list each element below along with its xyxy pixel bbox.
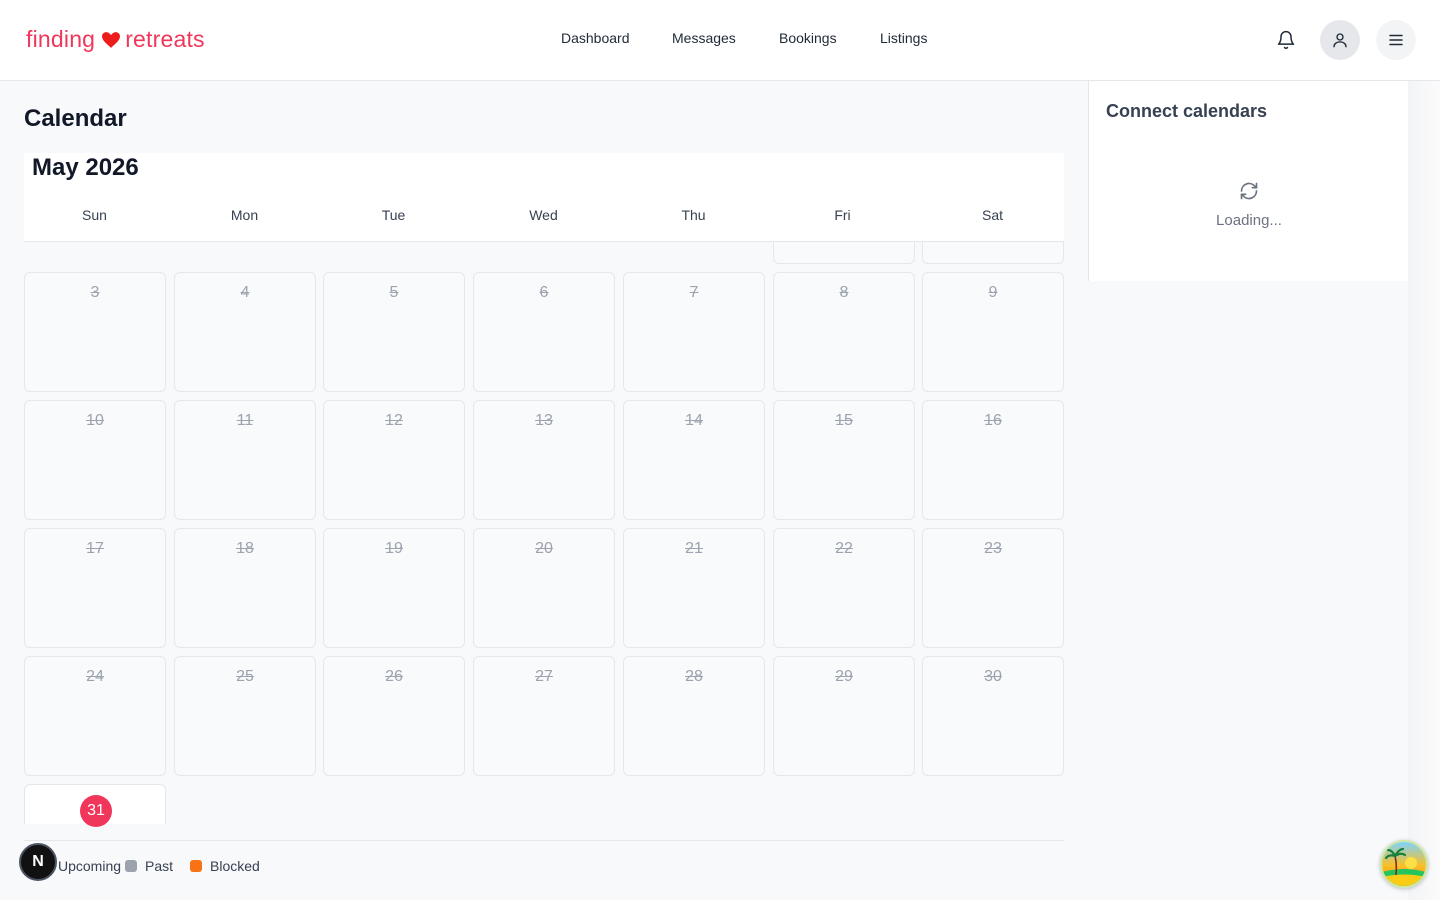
day-number: 11 xyxy=(236,412,254,429)
calendar-day-cell[interactable]: 5 xyxy=(323,272,465,392)
day-number: 19 xyxy=(385,540,403,557)
calendar-day-cell[interactable]: 21 xyxy=(623,528,765,648)
day-number: 7 xyxy=(689,284,699,301)
weekday-label: Sun xyxy=(82,207,107,223)
loading-text: Loading... xyxy=(1216,212,1282,229)
profile-button[interactable] xyxy=(1320,20,1360,60)
legend-label: Upcoming xyxy=(58,858,122,874)
nextjs-icon: N xyxy=(32,853,44,870)
legend-divider xyxy=(24,840,1064,841)
calendar-day-cell[interactable]: 12 xyxy=(323,400,465,520)
nav-messages[interactable]: Messages xyxy=(672,30,736,46)
day-number: 21 xyxy=(685,540,703,557)
right-gutter xyxy=(1408,81,1440,900)
weekday-label: Sat xyxy=(981,207,1003,223)
day-number: 5 xyxy=(389,284,399,301)
legend-label: Past xyxy=(145,858,174,874)
day-number: 15 xyxy=(835,412,853,429)
day-number: 25 xyxy=(236,668,254,685)
day-number: 6 xyxy=(539,284,549,301)
bell-icon xyxy=(1277,30,1295,50)
nav-listings[interactable]: Listings xyxy=(880,30,927,46)
nav-bookings[interactable]: Bookings xyxy=(779,30,837,46)
calendar-day-cell-today[interactable]: 31 xyxy=(24,784,166,827)
menu-button[interactable] xyxy=(1376,20,1416,60)
beach-avatar-button[interactable] xyxy=(1380,840,1428,888)
calendar-day-cell[interactable]: 17 xyxy=(24,528,166,648)
nav-dashboard[interactable]: Dashboard xyxy=(561,30,630,46)
month-title: May 2026 xyxy=(32,154,139,181)
day-number: 4 xyxy=(240,284,250,301)
calendar-day-cell[interactable]: 23 xyxy=(922,528,1064,648)
day-number: 17 xyxy=(86,540,104,557)
day-number: 8 xyxy=(839,284,849,301)
calendar-day-cell[interactable]: 20 xyxy=(473,528,615,648)
legend-label: Blocked xyxy=(210,858,260,874)
calendar-day-cell-partial[interactable] xyxy=(922,242,1064,264)
calendar-day-cell[interactable]: 28 xyxy=(623,656,765,776)
day-number: 3 xyxy=(90,284,100,301)
calendar-day-cell-partial[interactable] xyxy=(773,242,915,264)
legend-blocked: Blocked xyxy=(190,858,260,874)
legend-swatch-blocked xyxy=(190,860,202,872)
calendar-day-cell[interactable]: 24 xyxy=(24,656,166,776)
calendar-day-cell[interactable]: 4 xyxy=(174,272,316,392)
page-title: Calendar xyxy=(24,105,127,132)
calendar-day-cell[interactable]: 15 xyxy=(773,400,915,520)
day-number: 29 xyxy=(835,668,853,685)
calendar-day-cell[interactable]: 25 xyxy=(174,656,316,776)
user-icon xyxy=(1333,33,1347,48)
calendar-day-cell[interactable]: 16 xyxy=(922,400,1064,520)
calendar-day-cell[interactable]: 14 xyxy=(623,400,765,520)
weekday-label: Mon xyxy=(230,207,259,223)
calendar-day-cell[interactable]: 29 xyxy=(773,656,915,776)
day-number: 12 xyxy=(385,412,403,429)
calendar-day-cell[interactable]: 10 xyxy=(24,400,166,520)
calendar-day-cell[interactable]: 8 xyxy=(773,272,915,392)
nextjs-dev-badge[interactable]: N xyxy=(19,843,57,881)
day-number: 30 xyxy=(984,668,1002,685)
legend-past: Past xyxy=(125,858,173,874)
calendar-day-cell[interactable]: 27 xyxy=(473,656,615,776)
side-panel-title: Connect calendars xyxy=(1106,101,1268,121)
day-number: 27 xyxy=(535,668,553,685)
weekday-label: Tue xyxy=(381,207,406,223)
legend-swatch-past xyxy=(125,860,137,872)
calendar-day-cell[interactable]: 9 xyxy=(922,272,1064,392)
day-number: 23 xyxy=(984,540,1002,557)
day-number: 18 xyxy=(236,540,254,557)
day-number: 28 xyxy=(685,668,703,685)
weekday-label: Thu xyxy=(681,207,706,223)
day-number: 22 xyxy=(835,540,853,557)
calendar-day-cell[interactable]: 19 xyxy=(323,528,465,648)
calendar-day-cell[interactable]: 11 xyxy=(174,400,316,520)
calendar-day-cell[interactable]: 22 xyxy=(773,528,915,648)
top-bar: finding retreats Dashboard Messages Book… xyxy=(0,0,1440,81)
calendar-day-cell[interactable]: 18 xyxy=(174,528,316,648)
day-number: 20 xyxy=(535,540,553,557)
day-number: 24 xyxy=(86,668,104,685)
hamburger-menu-icon xyxy=(1389,34,1403,46)
calendar-day-cell[interactable]: 30 xyxy=(922,656,1064,776)
weekday-label: Fri xyxy=(834,207,851,223)
day-number: 9 xyxy=(988,284,998,301)
calendar-day-cell[interactable]: 26 xyxy=(323,656,465,776)
refresh-icon xyxy=(1240,182,1258,200)
calendar-day-cell[interactable]: 13 xyxy=(473,400,615,520)
day-number: 26 xyxy=(385,668,403,685)
notifications-button[interactable] xyxy=(1266,20,1306,60)
calendar-day-cell[interactable]: 3 xyxy=(24,272,166,392)
calendar-day-cell[interactable]: 7 xyxy=(623,272,765,392)
beach-avatar-icon xyxy=(1382,842,1426,886)
connect-calendars-panel: Connect calendars Loading... xyxy=(1088,81,1408,281)
today-badge: 31 xyxy=(80,795,112,827)
day-number: 14 xyxy=(685,412,703,429)
day-number: 10 xyxy=(86,412,104,429)
calendar-day-cell[interactable]: 6 xyxy=(473,272,615,392)
calendar-header: May 2026 Sun Mon Tue Wed Thu Fri Sat xyxy=(24,153,1064,242)
main-nav: Dashboard Messages Bookings Listings xyxy=(0,30,1440,50)
day-number: 13 xyxy=(535,412,553,429)
day-number: 16 xyxy=(984,412,1002,429)
weekday-label: Wed xyxy=(529,207,558,223)
